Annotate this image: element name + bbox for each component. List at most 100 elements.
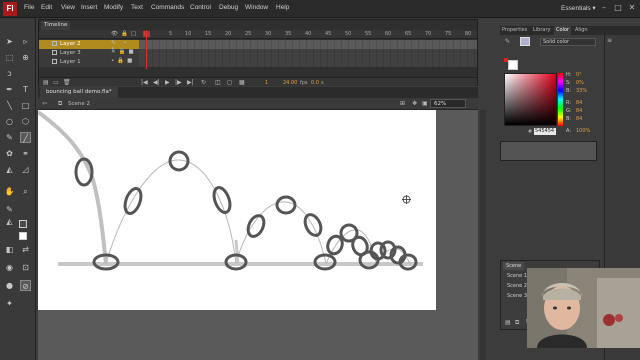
hand-tool-icon[interactable]: ✋ <box>4 186 15 197</box>
paint-bucket-icon[interactable]: ◭ <box>4 164 15 175</box>
saturation-value[interactable]: 0% <box>576 80 584 86</box>
alpha-value[interactable]: 100% <box>576 128 590 134</box>
stroke-color-icon[interactable]: ✎ <box>505 38 510 45</box>
bone-tool-icon[interactable]: ⚭ <box>20 148 31 159</box>
hue-value[interactable]: 0° <box>576 72 582 78</box>
snap-icon[interactable]: ⊡ <box>20 262 31 273</box>
layer-header[interactable]: Layer 2 ✎ • • <box>39 40 139 52</box>
document-tab[interactable]: bouncing ball demo.fla* <box>40 87 118 98</box>
deco-tool-icon[interactable]: ✿ <box>4 148 15 159</box>
new-folder-icon[interactable]: ▭ <box>53 79 59 86</box>
onion-outline-icon[interactable]: ◻ <box>227 79 232 86</box>
zoom-select[interactable]: 62% <box>430 99 466 108</box>
layer-frames[interactable] <box>139 58 477 67</box>
oval-tool-icon[interactable]: ○ <box>4 116 15 127</box>
maximize-icon[interactable]: □ <box>612 2 624 14</box>
menu-view[interactable]: View <box>61 4 75 11</box>
scene-item[interactable]: Scene 1 <box>507 273 527 279</box>
first-frame-icon[interactable]: |◀ <box>141 79 148 86</box>
tab-color[interactable]: Color <box>554 26 572 35</box>
prev-frame-icon[interactable]: ◀| <box>153 79 160 86</box>
layer-row[interactable]: Layer 2 ✎ • • <box>39 40 477 52</box>
layer-row[interactable]: Layer 3 ✕🔒■ <box>39 49 477 58</box>
layer-name[interactable]: Layer 3 <box>60 50 81 56</box>
menu-insert[interactable]: Insert <box>81 4 97 11</box>
fps-value[interactable]: 24.00 <box>283 80 297 86</box>
menu-window[interactable]: Window <box>245 4 268 11</box>
brightness-value[interactable]: 33% <box>576 88 587 94</box>
black-white-icon[interactable]: ◧ <box>4 244 15 255</box>
hue-slider[interactable] <box>558 73 563 126</box>
layer-row[interactable]: Layer 1 •🔒■ <box>39 58 477 67</box>
pen-tool-icon[interactable]: ✒ <box>4 84 15 95</box>
brush-shape-icon[interactable]: ✦ <box>4 298 15 309</box>
3d-rotation-icon[interactable]: ⊕ <box>20 52 31 63</box>
layer-header[interactable]: Layer 1 •🔒■ <box>39 58 139 67</box>
rectangle-tool-icon[interactable]: □ <box>20 100 31 111</box>
stroke-color-swatch[interactable] <box>19 220 27 228</box>
time-value[interactable]: 0.0 <box>311 80 319 86</box>
scene-breadcrumb[interactable]: Scene 2 <box>68 101 90 107</box>
new-layer-icon[interactable]: ▤ <box>43 79 49 86</box>
brush-tool-icon[interactable]: ╱ <box>20 132 31 143</box>
menu-control[interactable]: Control <box>190 4 211 11</box>
brush-mode-icon[interactable]: ● <box>4 280 15 291</box>
playhead[interactable] <box>146 30 147 69</box>
menu-help[interactable]: Help <box>276 4 289 11</box>
layer-frames[interactable] <box>139 49 477 58</box>
play-icon[interactable]: ▶ <box>165 79 170 86</box>
text-tool-icon[interactable]: T <box>20 84 31 95</box>
layer-header[interactable]: Layer 3 ✕🔒■ <box>39 49 139 58</box>
menu-edit[interactable]: Edit <box>41 4 52 11</box>
object-drawing-icon[interactable]: ◉ <box>4 262 15 273</box>
tab-align[interactable]: Align <box>573 26 590 35</box>
subselection-tool-icon[interactable]: ▹ <box>20 36 31 47</box>
layer-name[interactable]: Layer 2 <box>60 41 81 47</box>
fill-color-icon[interactable] <box>520 37 530 46</box>
scene-item[interactable]: Scene 2 <box>507 283 527 289</box>
last-frame-icon[interactable]: ▶| <box>187 79 194 86</box>
minimize-icon[interactable]: – <box>598 2 610 14</box>
close-icon[interactable]: ✕ <box>626 2 638 14</box>
menu-file[interactable]: File <box>24 4 34 11</box>
current-frame[interactable]: 1 <box>265 80 268 86</box>
menu-commands[interactable]: Commands <box>151 4 184 11</box>
selection-tool-icon[interactable]: ➤ <box>4 36 15 47</box>
edit-symbols-icon[interactable]: ❖ <box>412 100 417 107</box>
menu-debug[interactable]: Debug <box>219 4 238 11</box>
fill-color-swatch[interactable] <box>19 232 27 240</box>
tab-library[interactable]: Library <box>531 26 552 35</box>
default-color-swatch[interactable] <box>508 60 518 70</box>
timeline-tab[interactable]: Timeline <box>41 21 71 30</box>
layer-frames[interactable] <box>139 40 477 49</box>
menu-text[interactable]: Text <box>131 4 143 11</box>
red-value[interactable]: 84 <box>576 100 582 106</box>
edit-scene-icon[interactable]: ▣ <box>422 100 428 107</box>
edit-multiple-icon[interactable]: ▦ <box>239 79 245 86</box>
polystar-tool-icon[interactable]: ⬡ <box>20 116 31 127</box>
swap-colors-icon[interactable]: ⇄ <box>20 244 31 255</box>
onion-skin-icon[interactable]: ◫ <box>215 79 221 86</box>
fill-type-select[interactable]: Solid color <box>540 38 596 46</box>
green-value[interactable]: 84 <box>576 108 582 114</box>
center-stage-icon[interactable]: ⊞ <box>400 100 405 107</box>
layer-name[interactable]: Layer 1 <box>60 59 81 65</box>
color-picker-field[interactable] <box>504 73 557 126</box>
free-transform-icon[interactable]: ⬚ <box>4 52 15 63</box>
duplicate-scene-icon[interactable]: ⧉ <box>515 319 519 327</box>
menu-modify[interactable]: Modify <box>104 4 123 11</box>
next-frame-icon[interactable]: |▶ <box>175 79 182 86</box>
scene-panel-tab[interactable]: Scene <box>503 262 525 270</box>
vertical-scrollbar[interactable] <box>480 110 486 360</box>
delete-layer-icon[interactable]: 🗑 <box>63 79 71 86</box>
panel-menu-icon[interactable]: ≡ <box>607 37 612 44</box>
hex-input[interactable]: 545454 <box>534 128 556 135</box>
pencil-tool-icon[interactable]: ✎ <box>4 132 15 143</box>
lock-fill-icon[interactable]: ⊘ <box>20 280 31 291</box>
zoom-tool-icon[interactable]: ⌕ <box>20 186 31 197</box>
frame-ruler[interactable]: 👁🔒□ 1 5 10 15 20 25 30 35 40 45 50 55 60… <box>39 30 477 39</box>
scene-item[interactable]: Scene 3 <box>507 293 527 299</box>
add-scene-icon[interactable]: ▤ <box>505 319 511 326</box>
blue-value[interactable]: 84 <box>576 116 582 122</box>
workspace-switcher[interactable]: Essentials ▾ <box>561 4 596 12</box>
